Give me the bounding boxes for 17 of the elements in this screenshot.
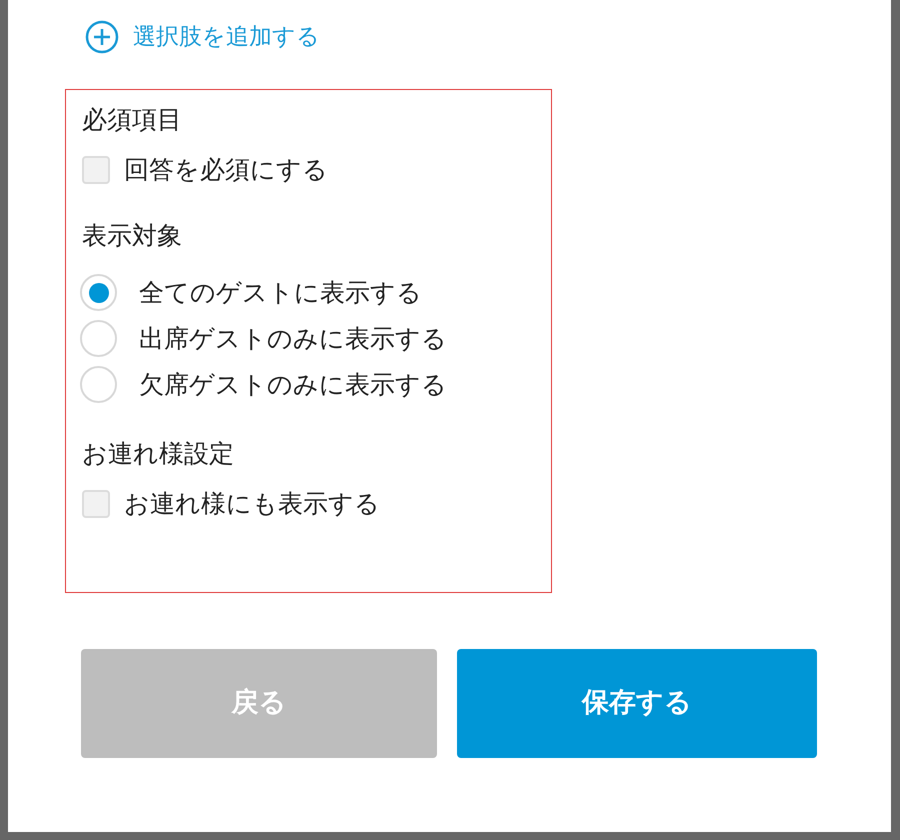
radio-label: 全てのゲストに表示する <box>139 276 422 309</box>
section-title: 必須項目 <box>82 104 183 136</box>
radio-label: 出席ゲストのみに表示する <box>139 322 447 355</box>
radio-button[interactable] <box>80 274 117 311</box>
back-button[interactable]: 戻る <box>81 648 437 758</box>
radio-label: 欠席ゲストのみに表示する <box>139 368 447 401</box>
section-title: 表示対象 <box>82 220 183 252</box>
add-option-link[interactable]: 選択肢を追加する <box>85 20 320 54</box>
checkbox-label: お連れ様にも表示する <box>124 488 380 520</box>
radio-button[interactable] <box>80 320 117 357</box>
save-button[interactable]: 保存する <box>457 648 817 758</box>
section-title: お連れ様設定 <box>82 438 235 470</box>
plus-circle-icon <box>85 20 119 54</box>
checkbox[interactable] <box>82 156 110 184</box>
checkbox[interactable] <box>82 490 110 518</box>
radio-button[interactable] <box>80 366 117 403</box>
checkbox-label: 回答を必須にする <box>124 154 328 186</box>
